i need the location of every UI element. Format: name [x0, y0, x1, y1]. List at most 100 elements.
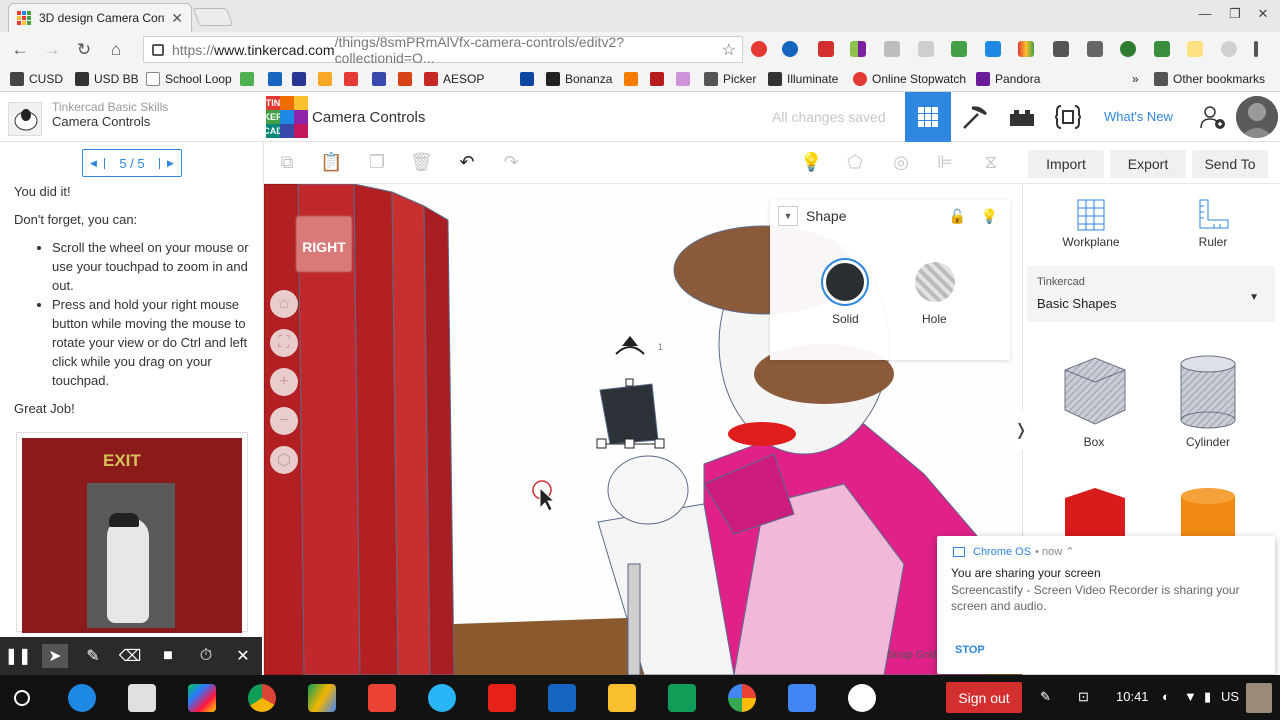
- bookmark-item[interactable]: USD BB: [75, 72, 139, 86]
- codeblocks-icon[interactable]: [1054, 104, 1082, 130]
- collapse-inspector-icon[interactable]: ▼: [778, 206, 798, 226]
- trash-icon[interactable]: 🗑: [410, 152, 433, 174]
- wifi-icon[interactable]: ▼: [1184, 689, 1197, 704]
- bookmark-item[interactable]: [676, 72, 695, 86]
- camera-icon[interactable]: ■: [155, 644, 181, 668]
- bookmark-item[interactable]: [240, 72, 259, 86]
- bookmark-item[interactable]: [372, 72, 391, 86]
- paste-icon[interactable]: 📋: [320, 152, 342, 174]
- next-step-button[interactable]: ▶: [159, 157, 181, 169]
- extension-icon[interactable]: [1053, 41, 1069, 57]
- bookmark-star-icon[interactable]: ☆: [722, 40, 736, 60]
- shape-cylinder[interactable]: Cylinder: [1163, 352, 1253, 449]
- bookmark-item[interactable]: [650, 72, 669, 86]
- lock-icon[interactable]: 🔓: [949, 208, 966, 225]
- cast-icon[interactable]: [1087, 41, 1103, 57]
- eraser-icon[interactable]: ⌫: [117, 644, 143, 668]
- reload-icon[interactable]: ↻: [68, 40, 100, 60]
- extension-icon[interactable]: [1120, 41, 1136, 57]
- extension-icon[interactable]: [951, 41, 967, 57]
- chrome-icon[interactable]: [248, 684, 276, 712]
- collapse-shapes-panel-button[interactable]: ❭: [1014, 410, 1028, 450]
- back-arrow-icon[interactable]: ←: [4, 40, 36, 60]
- account-avatar[interactable]: [1246, 683, 1272, 713]
- zoom-in-button[interactable]: +: [270, 368, 298, 396]
- stop-sharing-button[interactable]: STOP: [955, 644, 985, 656]
- blocks-pickaxe-icon[interactable]: [960, 104, 988, 130]
- bookmark-item[interactable]: [268, 72, 287, 86]
- extension-icon[interactable]: [918, 41, 934, 57]
- address-bar[interactable]: https:// www.tinkercad.com /things/8smPR…: [143, 34, 743, 66]
- store-app-icon[interactable]: [128, 684, 156, 712]
- tab-close-icon[interactable]: ✕: [171, 10, 183, 27]
- home-icon[interactable]: ⌂: [100, 40, 132, 60]
- extension-icon[interactable]: [1221, 41, 1237, 57]
- bookmark-item[interactable]: [292, 72, 311, 86]
- close-icon[interactable]: ✕: [230, 644, 256, 668]
- keep-icon[interactable]: [608, 684, 636, 712]
- fit-view-button[interactable]: ⛶: [270, 329, 298, 357]
- undo-icon[interactable]: ↶: [456, 152, 478, 174]
- ungroup-icon[interactable]: ◎: [890, 152, 912, 174]
- lightbulb-icon[interactable]: 💡: [800, 152, 822, 174]
- notification-icon[interactable]: ◐: [1162, 689, 1170, 704]
- bricks-icon[interactable]: [1008, 104, 1036, 130]
- stylus-icon[interactable]: ✎: [1040, 689, 1051, 705]
- solid-color-swatch[interactable]: [823, 260, 867, 304]
- docs-icon[interactable]: [788, 684, 816, 712]
- extension-icon[interactable]: [1018, 41, 1034, 57]
- bookmark-item[interactable]: [520, 72, 539, 86]
- translate-extension-icon[interactable]: [985, 41, 1001, 57]
- whats-new-link[interactable]: What's New: [1104, 109, 1173, 124]
- other-bookmarks-folder[interactable]: Other bookmarks: [1154, 72, 1265, 86]
- bookmark-item[interactable]: AESOP: [424, 72, 484, 86]
- bookmark-item[interactable]: Illuminate: [768, 72, 838, 86]
- pause-icon[interactable]: ❚❚: [5, 644, 32, 668]
- clock-icon[interactable]: [848, 684, 876, 712]
- battery-icon[interactable]: ▮: [1204, 689, 1211, 705]
- gmail-icon[interactable]: [368, 684, 396, 712]
- play-store-icon[interactable]: [188, 684, 216, 712]
- sign-out-button[interactable]: Sign out: [946, 682, 1022, 713]
- extension-icon[interactable]: [782, 41, 798, 57]
- add-user-icon[interactable]: [1198, 104, 1226, 130]
- shape-box[interactable]: Box: [1049, 352, 1139, 449]
- bookmark-item[interactable]: [398, 72, 417, 86]
- bookmarks-overflow-button[interactable]: »: [1132, 72, 1139, 86]
- visibility-bulb-icon[interactable]: 💡: [981, 208, 998, 225]
- forward-arrow-icon[interactable]: →: [36, 40, 68, 60]
- extension-icon[interactable]: [751, 41, 767, 57]
- perspective-toggle-button[interactable]: ⬡: [270, 446, 298, 474]
- bookmark-item[interactable]: [318, 72, 337, 86]
- files-app-icon[interactable]: [68, 684, 96, 712]
- home-view-button[interactable]: ⌂: [270, 290, 298, 318]
- bookmark-item[interactable]: Pandora: [976, 72, 1040, 86]
- pointer-icon[interactable]: ➤: [42, 644, 68, 668]
- bookmark-item[interactable]: [344, 72, 363, 86]
- bookmark-item[interactable]: Bonanza: [546, 72, 612, 86]
- extension-icon[interactable]: [884, 41, 900, 57]
- copy-icon[interactable]: ⧉: [276, 152, 298, 174]
- import-button[interactable]: Import: [1028, 150, 1104, 178]
- bookmark-item[interactable]: Online Stopwatch: [853, 72, 966, 86]
- launcher-icon[interactable]: [14, 690, 30, 706]
- prev-step-button[interactable]: ◀: [83, 157, 105, 169]
- bookmark-folder[interactable]: Picker: [704, 72, 756, 86]
- window-close-button[interactable]: ✕: [1252, 6, 1274, 22]
- input-locale[interactable]: US: [1221, 689, 1239, 704]
- photos-icon[interactable]: [728, 684, 756, 712]
- user-avatar[interactable]: [1236, 96, 1278, 138]
- youtube-icon[interactable]: [488, 684, 516, 712]
- extension-icon[interactable]: [1187, 41, 1203, 57]
- tinkercad-logo[interactable]: TIN KER CAD: [263, 96, 308, 138]
- bookmark-item[interactable]: CUSD: [10, 72, 63, 86]
- pen-icon[interactable]: ✎: [80, 644, 106, 668]
- classroom-icon[interactable]: [668, 684, 696, 712]
- gmail-extension-icon[interactable]: [818, 41, 834, 57]
- chrome-menu-icon[interactable]: [1254, 41, 1258, 57]
- group-icon[interactable]: ⬠: [844, 152, 866, 174]
- workplane-button[interactable]: Workplane: [1061, 198, 1121, 249]
- duplicate-icon[interactable]: ❐: [366, 152, 388, 174]
- new-tab-button[interactable]: [192, 8, 234, 26]
- window-restore-button[interactable]: ❐: [1224, 6, 1246, 22]
